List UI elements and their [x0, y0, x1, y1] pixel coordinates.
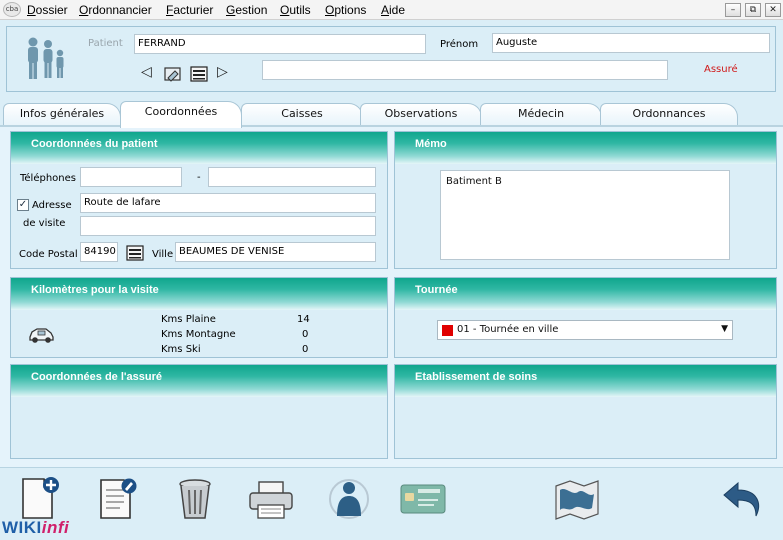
- tab-caisses[interactable]: Caisses: [241, 103, 363, 127]
- kilometres-title: Kilomètres pour la visite: [31, 284, 159, 296]
- adresse-label: Adresse: [32, 200, 72, 211]
- assure-title: Coordonnées de l'assuré: [31, 371, 162, 383]
- de-visite-label: de visite: [23, 218, 66, 229]
- etablissement-panel: Etablissement de soins: [394, 364, 777, 459]
- patient-folder-icon[interactable]: [163, 64, 183, 84]
- patient-user-icon[interactable]: [324, 476, 374, 522]
- address-line-2-input[interactable]: [80, 216, 376, 236]
- menu-ordonnancier[interactable]: Ordonnancier: [79, 3, 152, 17]
- phone-1-input[interactable]: [80, 167, 182, 187]
- coordonnees-panel: Coordonnées du patient Téléphones - ✓ Ad…: [10, 131, 388, 269]
- app-logo-icon: cba: [3, 2, 21, 17]
- close-button[interactable]: ✕: [765, 3, 781, 17]
- tab-ordonnances[interactable]: Ordonnances: [600, 103, 738, 127]
- previous-patient-button[interactable]: ◁: [141, 64, 152, 80]
- bottom-toolbar: WIKIinfi: [0, 467, 783, 540]
- minimize-button[interactable]: –: [725, 3, 741, 17]
- printer-icon[interactable]: [246, 476, 296, 522]
- ville-input[interactable]: BEAUMES DE VENISE: [175, 242, 376, 262]
- car-icon: [29, 328, 54, 343]
- next-patient-button[interactable]: ▷: [217, 64, 228, 80]
- patient-header: Patient FERRAND Prénom Auguste ◁ ▷ Assur…: [6, 26, 776, 92]
- back-arrow-icon[interactable]: [718, 476, 768, 522]
- memo-title: Mémo: [415, 138, 447, 150]
- postal-lookup-icon[interactable]: [126, 244, 144, 262]
- code-postal-label: Code Postal: [19, 249, 78, 260]
- kilometres-panel: Kilomètres pour la visite Kms Plaine 14 …: [10, 277, 388, 358]
- card-reader-icon[interactable]: [190, 65, 208, 83]
- memo-panel-header: [395, 132, 776, 164]
- assure-panel: Coordonnées de l'assuré: [10, 364, 388, 459]
- kms-plaine-value: 14: [297, 314, 310, 325]
- tab-coordonnees[interactable]: Coordonnées: [120, 101, 242, 128]
- brand-part-1: WIKI: [2, 518, 42, 537]
- kms-ski-value: 0: [302, 344, 309, 355]
- new-document-icon[interactable]: [14, 476, 64, 522]
- kms-montagne-label: Kms Montagne: [161, 329, 236, 340]
- menu-bar: cba Dossier Ordonnancier Facturier Gesti…: [0, 0, 783, 20]
- memo-panel: Mémo Batiment B: [394, 131, 777, 269]
- prenom-label: Prénom: [440, 39, 479, 50]
- phone-2-input[interactable]: [208, 167, 376, 187]
- coordonnees-title: Coordonnées du patient: [31, 138, 158, 150]
- trash-icon[interactable]: [170, 476, 220, 522]
- ville-label: Ville: [152, 249, 174, 260]
- tournee-panel: Tournée 01 - Tournée en ville ▼: [394, 277, 777, 358]
- prenom-field[interactable]: Auguste: [492, 33, 770, 53]
- wikiinfi-logo: WIKIinfi: [2, 518, 69, 538]
- memo-textarea[interactable]: Batiment B: [440, 170, 730, 260]
- tournee-color-swatch: [442, 325, 453, 336]
- kms-ski-label: Kms Ski: [161, 344, 201, 355]
- patient-name-field[interactable]: FERRAND: [134, 34, 426, 54]
- edit-document-icon[interactable]: [92, 476, 142, 522]
- menu-outils[interactable]: Outils: [280, 3, 311, 17]
- chevron-down-icon[interactable]: ▼: [721, 324, 728, 334]
- kms-montagne-value: 0: [302, 329, 309, 340]
- patient-info-field[interactable]: [262, 60, 668, 80]
- map-icon[interactable]: [552, 476, 602, 522]
- tournee-selected-value: 01 - Tournée en ville: [457, 324, 559, 335]
- tournee-select[interactable]: 01 - Tournée en ville ▼: [437, 320, 733, 340]
- adresse-checkbox[interactable]: ✓: [17, 199, 29, 211]
- menu-aide[interactable]: Aide: [381, 3, 405, 17]
- patient-label: Patient: [88, 38, 123, 49]
- tab-infos-generales[interactable]: Infos générales: [3, 103, 121, 127]
- tab-bar: Infos générales Coordonnées Caisses Obse…: [0, 101, 783, 128]
- tab-medecin[interactable]: Médecin: [480, 103, 602, 127]
- menu-gestion[interactable]: Gestion: [226, 3, 267, 17]
- tournee-title: Tournée: [415, 284, 458, 296]
- menu-facturier[interactable]: Facturier: [166, 3, 213, 17]
- code-postal-input[interactable]: 84190: [80, 242, 118, 262]
- phone-separator: -: [197, 172, 201, 183]
- brand-part-2: infi: [41, 518, 70, 537]
- menu-dossier[interactable]: Dossier: [27, 3, 68, 17]
- address-line-1-input[interactable]: Route de lafare: [80, 193, 376, 213]
- assure-status: Assuré: [704, 64, 738, 75]
- kms-plaine-label: Kms Plaine: [161, 314, 216, 325]
- vitale-card-icon[interactable]: [398, 476, 448, 522]
- menu-options[interactable]: Options: [325, 3, 366, 17]
- content-area: Coordonnées du patient Téléphones - ✓ Ad…: [0, 127, 783, 467]
- etablissement-title: Etablissement de soins: [415, 371, 538, 383]
- restore-button[interactable]: ⧉: [745, 3, 761, 17]
- telephones-label: Téléphones: [20, 173, 76, 184]
- tab-observations[interactable]: Observations: [360, 103, 482, 127]
- family-icon: [28, 37, 64, 79]
